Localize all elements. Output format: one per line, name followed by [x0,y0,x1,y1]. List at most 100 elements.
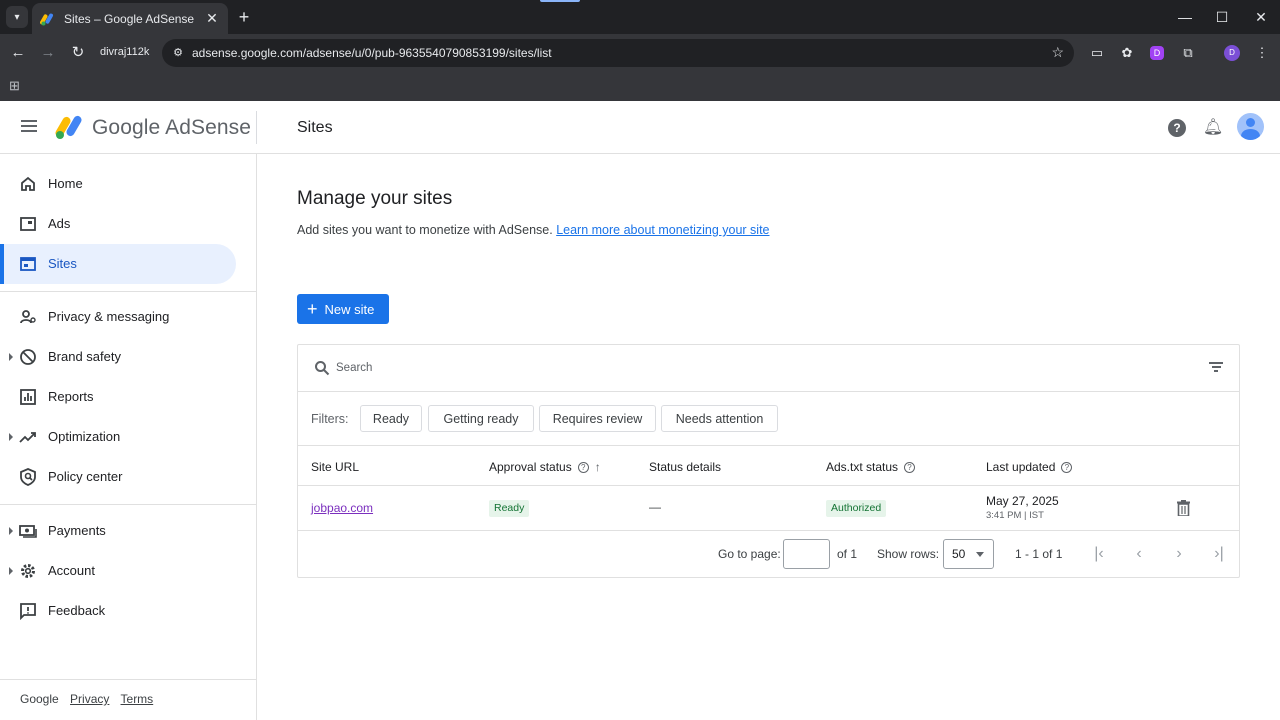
ads-txt-status-badge: Authorized [826,500,887,517]
help-icon[interactable]: ? [1166,117,1188,139]
apps-grid-icon[interactable]: ⊞ [9,78,20,94]
minimize-button[interactable]: — [1173,6,1197,28]
extension-d-icon[interactable]: D [1150,46,1164,60]
next-page-icon[interactable]: › [1168,543,1190,565]
footer-privacy-link[interactable]: Privacy [70,692,109,706]
status-details-value: — [649,500,661,514]
page-heading: Manage your sites [297,188,453,209]
search-icon [315,361,330,376]
forward-button[interactable]: → [37,42,59,64]
column-label: Ads.txt status [826,460,899,474]
sidebar-item-account[interactable]: Account [0,551,236,591]
reload-button[interactable]: ↻ [67,42,89,64]
payments-icon [19,525,37,538]
expand-caret-icon[interactable] [9,567,13,575]
rows-per-page-select[interactable]: 50 [943,539,994,569]
column-header-status-details[interactable]: Status details [649,460,721,474]
close-window-button[interactable]: ✕ [1249,6,1273,28]
sidebar-item-label: Policy center [48,469,123,484]
home-icon [21,176,35,191]
sort-ascending-icon[interactable]: ↑ [595,460,601,474]
last-page-icon[interactable]: ›| [1208,543,1230,565]
notifications-bell-icon[interactable]: 🔔︎ [1202,117,1224,139]
column-header-last-updated[interactable]: Last updated ? [986,460,1073,474]
filter-chip-getting-ready[interactable]: Getting ready [428,405,534,432]
bookmark-star-icon[interactable]: ☆ [1051,44,1064,61]
search-row [298,345,1239,392]
maximize-button[interactable]: ☐ [1210,6,1234,28]
browser-menu-icon[interactable]: ⋮ [1252,43,1272,63]
filter-chip-ready[interactable]: Ready [360,405,422,432]
sidebar-nav: Home Ads Sites Privacy & messaging Brand… [0,154,257,720]
expand-caret-icon[interactable] [9,353,13,361]
column-label: Status details [649,460,722,474]
gear-icon [21,564,35,578]
address-bar[interactable]: ⚙ adsense.google.com/adsense/u/0/pub-963… [162,39,1074,67]
learn-more-link[interactable]: Learn more about monetizing your site [556,223,769,237]
filters-label: Filters: [311,412,349,426]
back-button[interactable]: ← [7,42,29,64]
browser-profile-avatar[interactable]: D [1224,45,1240,61]
sidebar-item-optimization[interactable]: Optimization [0,417,236,457]
block-icon [20,349,36,365]
sidebar-item-sites[interactable]: Sites [0,244,236,284]
expand-caret-icon[interactable] [9,433,13,441]
account-avatar[interactable] [1237,113,1264,140]
sidebar-divider [0,291,256,292]
tab-strip-accent [540,0,580,2]
bookmarks-bar: ⊞ [0,72,1280,101]
sidebar-footer: Google Privacy Terms [20,692,161,706]
page-number-input[interactable] [783,539,830,569]
filter-list-icon[interactable] [1209,362,1223,374]
hamburger-menu-icon[interactable] [18,117,40,139]
filters-row: Filters: Ready Getting ready Requires re… [298,392,1239,446]
filter-chip-requires-review[interactable]: Requires review [539,405,656,432]
camera-icon[interactable]: ▭ [1087,43,1107,63]
first-page-icon[interactable]: |‹ [1088,543,1110,565]
expand-caret-icon[interactable] [9,527,13,535]
sidebar-item-payments[interactable]: Payments [0,511,236,551]
help-outline-icon[interactable]: ? [577,461,589,473]
search-input[interactable] [336,357,1196,379]
delete-trash-icon[interactable] [1177,500,1190,516]
sidebar-item-privacy-messaging[interactable]: Privacy & messaging [0,297,236,337]
sidebar-item-policy-center[interactable]: Policy center [0,457,236,497]
header-divider [256,111,257,144]
trending-icon [19,432,36,443]
sidebar-item-feedback[interactable]: Feedback [0,591,236,631]
new-site-button[interactable]: + New site [297,294,389,324]
filter-chip-needs-attention[interactable]: Needs attention [661,405,778,432]
tab-adsense[interactable]: Sites – Google AdSense ✕ [32,3,228,34]
sidebar-item-home[interactable]: Home [0,164,236,204]
sidebar-item-label: Optimization [48,429,121,444]
column-header-ads-txt-status[interactable]: Ads.txt status ? [826,460,916,474]
site-url-link[interactable]: jobpao.com [311,501,373,515]
description-text: Add sites you want to monetize with AdSe… [297,223,553,237]
sidebar-item-brand-safety[interactable]: Brand safety [0,337,236,377]
help-outline-icon[interactable]: ? [904,461,916,473]
dropdown-arrow-icon [976,552,984,557]
column-header-approval-status[interactable]: Approval status ? ↑ [489,460,601,474]
main-content: Manage your sites Add sites you want to … [257,154,1280,720]
profile-label[interactable]: divraj112k [100,46,149,58]
column-header-site-url[interactable]: Site URL [311,460,359,474]
sidebar-item-reports[interactable]: Reports [0,377,236,417]
close-tab-icon[interactable]: ✕ [204,10,220,27]
tab-search-button[interactable]: ▾ [6,6,28,28]
sites-icon [20,257,36,271]
table-row: jobpao.com Ready — Authorized May 27, 20… [298,486,1239,531]
new-tab-button[interactable]: + [234,7,254,27]
previous-page-icon[interactable]: ‹ [1128,543,1150,565]
sidebar-item-label: Feedback [48,603,106,618]
sidebar-item-ads[interactable]: Ads [0,204,236,244]
column-label: Last updated [986,460,1056,474]
page-title: Sites [297,119,333,136]
help-outline-icon[interactable]: ? [1061,461,1073,473]
cookie-icon[interactable]: ✿ [1117,43,1137,63]
url-text[interactable]: adsense.google.com/adsense/u/0/pub-96355… [192,46,552,60]
extensions-puzzle-icon[interactable]: ⧉ [1178,43,1198,63]
site-info-icon[interactable]: ⚙ [170,45,186,61]
app-header: Google AdSense Sites ? 🔔︎ [0,101,1280,154]
footer-google: Google [20,692,59,706]
footer-terms-link[interactable]: Terms [121,692,154,706]
